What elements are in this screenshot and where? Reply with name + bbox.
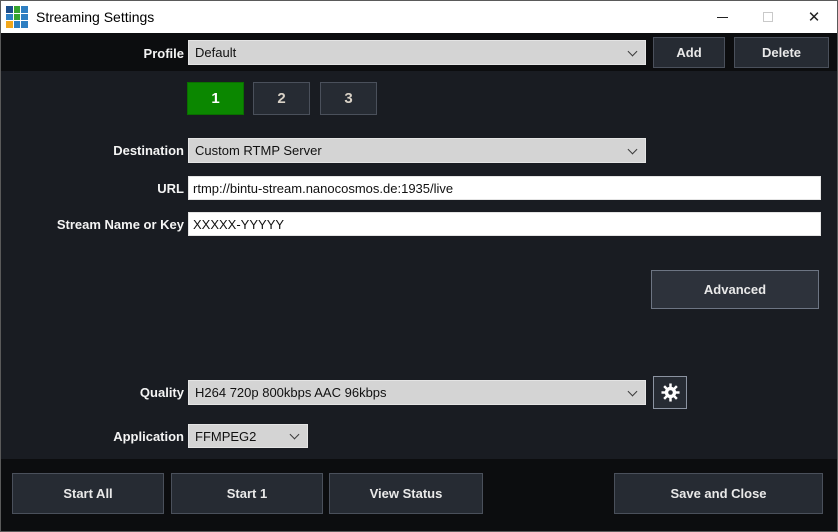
start-all-button[interactable]: Start All <box>12 473 164 514</box>
profile-select[interactable]: Default <box>188 40 646 65</box>
destination-select[interactable]: Custom RTMP Server <box>188 138 646 163</box>
tab-stream-1[interactable]: 1 <box>187 82 244 115</box>
chevron-down-icon <box>290 430 300 440</box>
app-grid-icon <box>6 6 28 28</box>
url-label: URL <box>9 181 184 196</box>
profile-select-value: Default <box>189 45 629 60</box>
url-input[interactable] <box>188 176 821 200</box>
tab-stream-3[interactable]: 3 <box>320 82 377 115</box>
add-profile-button[interactable]: Add <box>653 37 725 68</box>
stream-key-label: Stream Name or Key <box>9 217 184 232</box>
start-1-button[interactable]: Start 1 <box>171 473 323 514</box>
destination-label: Destination <box>9 143 184 158</box>
minimize-icon <box>717 17 728 18</box>
close-button[interactable]: ✕ <box>791 1 837 33</box>
advanced-button[interactable]: Advanced <box>651 270 819 309</box>
window-title: Streaming Settings <box>36 9 154 25</box>
streaming-settings-window: Streaming Settings ✕ Profile Default Add… <box>0 0 838 532</box>
gear-icon <box>661 383 680 402</box>
window-controls: ✕ <box>699 1 837 33</box>
title-bar: Streaming Settings ✕ <box>1 1 837 33</box>
tab-stream-2[interactable]: 2 <box>253 82 310 115</box>
chevron-down-icon <box>628 46 638 56</box>
quality-select[interactable]: H264 720p 800kbps AAC 96kbps <box>188 380 646 405</box>
stream-key-input[interactable] <box>188 212 821 236</box>
close-icon: ✕ <box>808 10 821 25</box>
profile-label: Profile <box>9 46 184 61</box>
maximize-button[interactable] <box>745 1 791 33</box>
minimize-button[interactable] <box>699 1 745 33</box>
maximize-icon <box>763 12 773 22</box>
profile-bar: Profile Default Add Delete <box>1 33 837 71</box>
bottom-bar: Start All Start 1 View Status Save and C… <box>1 459 837 532</box>
application-select-value: FFMPEG2 <box>189 429 291 444</box>
view-status-button[interactable]: View Status <box>329 473 483 514</box>
save-and-close-button[interactable]: Save and Close <box>614 473 823 514</box>
quality-select-value: H264 720p 800kbps AAC 96kbps <box>189 385 629 400</box>
chevron-down-icon <box>628 144 638 154</box>
quality-settings-button[interactable] <box>653 376 687 409</box>
application-label: Application <box>9 429 184 444</box>
application-select[interactable]: FFMPEG2 <box>188 424 308 448</box>
quality-label: Quality <box>9 385 184 400</box>
chevron-down-icon <box>628 386 638 396</box>
delete-profile-button[interactable]: Delete <box>734 37 829 68</box>
destination-select-value: Custom RTMP Server <box>189 143 629 158</box>
